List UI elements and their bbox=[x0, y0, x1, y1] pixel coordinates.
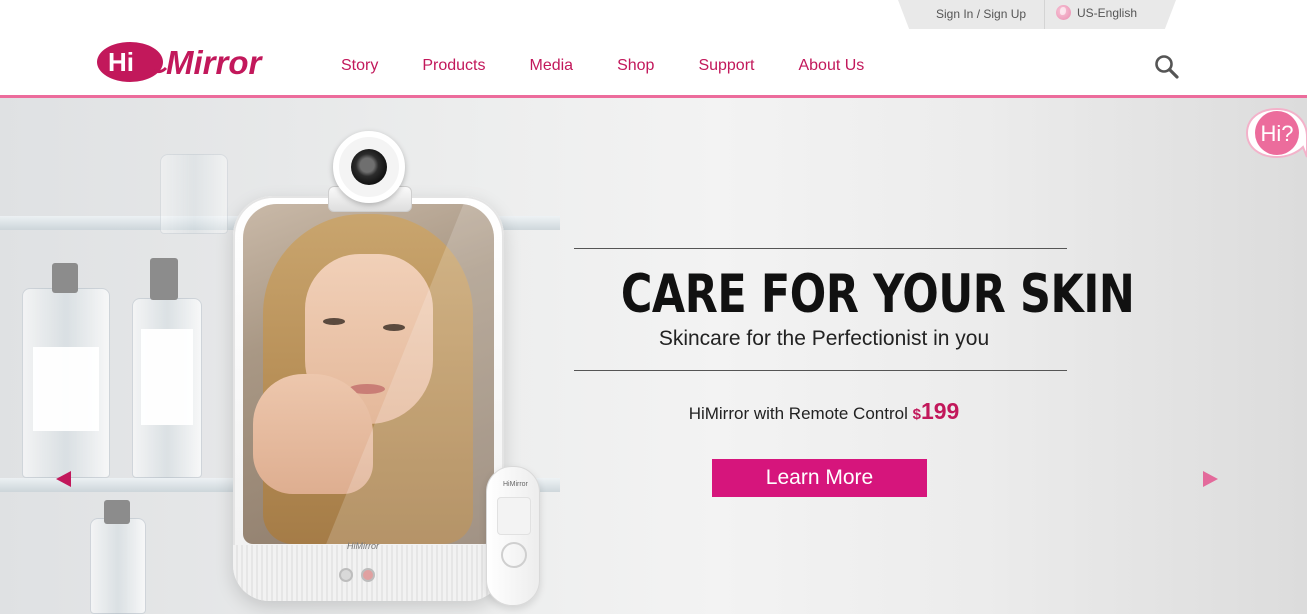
mirror-button bbox=[361, 568, 375, 582]
chevron-right-icon[interactable] bbox=[1203, 471, 1218, 487]
nav-story[interactable]: Story bbox=[341, 57, 378, 75]
bottle-pump bbox=[52, 263, 78, 293]
language-selector[interactable]: US-English bbox=[1056, 5, 1137, 20]
hero-title: CARE FOR YOUR SKIN bbox=[620, 264, 1135, 325]
nav-media[interactable]: Media bbox=[529, 57, 573, 75]
nav-about-us[interactable]: About Us bbox=[798, 57, 864, 75]
utility-divider bbox=[1044, 0, 1045, 29]
promo-line: HiMirror with Remote Control $199 bbox=[574, 398, 1074, 425]
nav-support[interactable]: Support bbox=[698, 57, 754, 75]
bottle-pump bbox=[150, 258, 178, 300]
bottle-image bbox=[22, 288, 110, 478]
mirror-glass bbox=[243, 204, 494, 544]
nav-shop[interactable]: Shop bbox=[617, 57, 654, 75]
remote-dpad bbox=[501, 542, 527, 568]
learn-more-button[interactable]: Learn More bbox=[712, 459, 927, 497]
remote-control-image: HiMirror bbox=[486, 466, 540, 606]
logo-hi-text: Hi bbox=[108, 47, 134, 77]
utility-bar: Sign In / Sign Up US-English bbox=[898, 0, 1176, 29]
remote-brand-label: HiMirror bbox=[503, 481, 528, 488]
mirror-button bbox=[339, 568, 353, 582]
language-label: US-English bbox=[1077, 5, 1138, 20]
chevron-left-icon[interactable] bbox=[56, 471, 71, 487]
mirror-brand-label: HiMirror bbox=[347, 541, 379, 551]
jar-image bbox=[160, 154, 228, 234]
signin-link[interactable]: Sign In / Sign Up bbox=[936, 7, 1026, 21]
logo-graphic: Hi Mirror bbox=[97, 42, 264, 82]
hero-banner: HiMirror HiMirror bbox=[0, 98, 1307, 614]
title-rule-top bbox=[574, 248, 1067, 249]
chat-bubble-button[interactable]: Hi? bbox=[1245, 107, 1307, 161]
nav-products[interactable]: Products bbox=[422, 57, 485, 75]
main-nav: Story Products Media Shop Support About … bbox=[341, 57, 908, 75]
title-rule-bottom bbox=[574, 370, 1067, 371]
camera-lens bbox=[351, 149, 387, 185]
bottle-pump bbox=[104, 500, 130, 524]
chat-bubble-label: Hi? bbox=[1260, 121, 1293, 146]
bottle-image bbox=[132, 298, 202, 478]
bottle-image bbox=[90, 518, 146, 614]
hero-subtitle: Skincare for the Perfectionist in you bbox=[658, 327, 990, 350]
camera-image bbox=[333, 131, 405, 203]
himirror-logo[interactable]: Hi Mirror bbox=[96, 40, 288, 84]
price-value: 199 bbox=[920, 398, 960, 424]
search-icon[interactable] bbox=[1154, 54, 1180, 80]
logo-mirror-text: Mirror bbox=[166, 44, 264, 81]
price-symbol: $ bbox=[912, 406, 921, 423]
mirror-product-image: HiMirror bbox=[233, 196, 504, 601]
globe-icon bbox=[1056, 5, 1071, 20]
promo-text: HiMirror with Remote Control bbox=[688, 404, 908, 423]
remote-screen bbox=[497, 497, 531, 535]
